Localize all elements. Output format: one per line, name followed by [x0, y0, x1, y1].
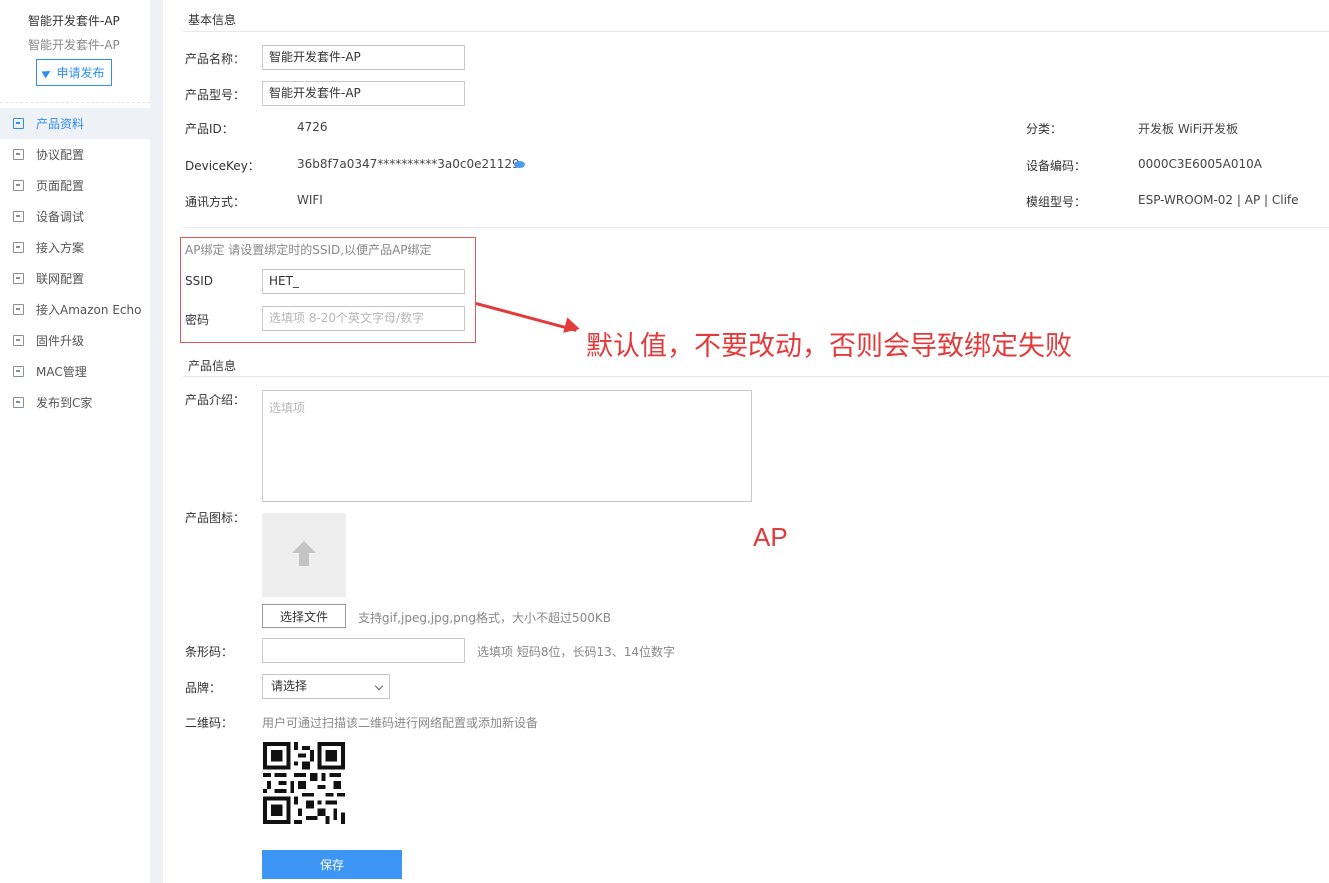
eye-icon[interactable]: [513, 161, 525, 168]
ap-binding-title: AP绑定 请设置绑定时的SSID,以便产品AP绑定: [185, 243, 432, 257]
edit-icon: [13, 149, 24, 160]
comm-value: WIFI: [297, 193, 323, 207]
ssid-label: SSID: [185, 274, 214, 288]
product-id-value: 4726: [297, 120, 328, 134]
icon-upload-area[interactable]: [262, 513, 346, 597]
choose-file-button[interactable]: 选择文件: [262, 604, 346, 628]
amazon-icon: [13, 304, 24, 315]
category-value: 开发板 WiFi开发板: [1138, 122, 1239, 136]
sidebar-product-name: 智能开发套件-AP: [28, 14, 120, 28]
barcode-label: 条形码：: [185, 645, 234, 659]
sidebar-menu: 产品资料 协议配置 页面配置 设备调试 接入方案 联网配置 接入Amazon E…: [0, 108, 150, 418]
password-label: 密码: [185, 313, 210, 327]
sidebar-item-label: 产品资料: [36, 117, 85, 131]
sidebar-product-subtitle: 智能开发套件-AP: [28, 38, 120, 52]
intro-label: 产品介绍：: [185, 393, 246, 407]
annotation-arrow-line: [475, 302, 577, 332]
page-icon: [13, 180, 24, 191]
sidebar-item-label: 固件升级: [36, 334, 85, 348]
brand-select[interactable]: 请选择: [262, 674, 390, 699]
sidebar-item-label: 联网配置: [36, 272, 85, 286]
basic-info-title: 基本信息: [188, 13, 237, 27]
sidebar-item-label: 接入方案: [36, 241, 85, 255]
devicekey-label: DeviceKey：: [185, 159, 260, 173]
module-value: ESP-WROOM-02 | AP | Clife: [1138, 193, 1299, 207]
apply-publish-label: 申请发布: [56, 66, 105, 80]
sidebar-item-protocol[interactable]: 协议配置: [0, 139, 150, 170]
sidebar-gutter: [150, 0, 163, 883]
module-label: 模组型号：: [1026, 195, 1087, 209]
sidebar-item-label: 发布到C家: [36, 396, 93, 410]
sidebar-item-label: 页面配置: [36, 179, 85, 193]
upload-icon: [13, 335, 24, 346]
sidebar-item-publish-c[interactable]: 发布到C家: [0, 387, 150, 418]
annotation-arrow-head: [563, 317, 582, 337]
save-button[interactable]: 保存: [262, 850, 402, 879]
apply-publish-button[interactable]: 申请发布: [36, 59, 112, 86]
basic-info-divider: [183, 31, 1329, 32]
product-info-divider: [183, 376, 1329, 377]
brand-select-value: 请选择: [271, 679, 308, 693]
list-icon: [13, 118, 24, 129]
upload-arrow-icon: [292, 541, 316, 569]
sidebar-item-firmware[interactable]: 固件升级: [0, 325, 150, 356]
password-input[interactable]: 选填项 8-20个英文字母/数字: [262, 306, 465, 331]
sidebar: 智能开发套件-AP 智能开发套件-AP 申请发布 产品资料 协议配置 页面配置 …: [0, 0, 150, 883]
sidebar-item-page-config[interactable]: 页面配置: [0, 170, 150, 201]
sidebar-item-amazon-echo[interactable]: 接入Amazon Echo: [0, 294, 150, 325]
product-model-label: 产品型号：: [185, 88, 246, 102]
barcode-hint: 选填项 短码8位，长码13、14位数字: [477, 645, 675, 659]
sidebar-item-access-plan[interactable]: 接入方案: [0, 232, 150, 263]
qr-label: 二维码：: [185, 716, 234, 730]
basic-info-bottom-divider: [183, 227, 1329, 228]
checkbox-icon: [13, 242, 24, 253]
product-name-label: 产品名称：: [185, 52, 246, 66]
sidebar-item-network[interactable]: 联网配置: [0, 263, 150, 294]
product-model-input[interactable]: 智能开发套件-AP: [262, 81, 465, 106]
device-code-value: 0000C3E6005A010A: [1138, 157, 1262, 171]
comm-label: 通讯方式：: [185, 195, 246, 209]
product-id-label: 产品ID：: [185, 122, 234, 136]
annotation-ap-label: AP: [753, 522, 788, 552]
sidebar-item-product-info[interactable]: 产品资料: [0, 108, 150, 139]
icon-label: 产品图标：: [185, 511, 246, 525]
device-code-label: 设备编码：: [1026, 159, 1087, 173]
sidebar-item-label: 协议配置: [36, 148, 85, 162]
file-hint: 支持gif,jpeg,jpg,png格式，大小不超过500KB: [358, 611, 611, 625]
product-name-input[interactable]: 智能开发套件-AP: [262, 45, 465, 70]
wifi-icon: [13, 273, 24, 284]
sidebar-item-label: 接入Amazon Echo: [36, 303, 142, 317]
brand-label: 品牌：: [185, 681, 222, 695]
qr-code-icon: [263, 742, 345, 824]
sidebar-item-label: MAC管理: [36, 365, 87, 379]
ssid-input[interactable]: HET_: [262, 269, 465, 294]
annotation-text: 默认值，不要改动，否则会导致绑定失败: [586, 331, 1072, 362]
barcode-input[interactable]: [262, 638, 465, 663]
sidebar-item-debug[interactable]: 设备调试: [0, 201, 150, 232]
product-info-title: 产品信息: [188, 359, 237, 373]
devicekey-value: 36b8f7a0347**********3a0c0e21129: [297, 157, 525, 171]
intro-textarea[interactable]: 选填项: [262, 390, 752, 502]
debug-icon: [13, 211, 24, 222]
category-label: 分类：: [1026, 122, 1063, 136]
phone-icon: [13, 397, 24, 408]
sidebar-item-label: 设备调试: [36, 210, 85, 224]
chevron-down-icon: [374, 681, 384, 691]
qr-hint: 用户可通过扫描该二维码进行网络配置或添加新设备: [262, 716, 539, 730]
sidebar-divider: [0, 102, 150, 103]
devicekey-text: 36b8f7a0347**********3a0c0e21129: [297, 157, 520, 171]
sidebar-item-mac[interactable]: MAC管理: [0, 356, 150, 387]
send-icon: [42, 67, 53, 78]
monitor-icon: [13, 366, 24, 377]
